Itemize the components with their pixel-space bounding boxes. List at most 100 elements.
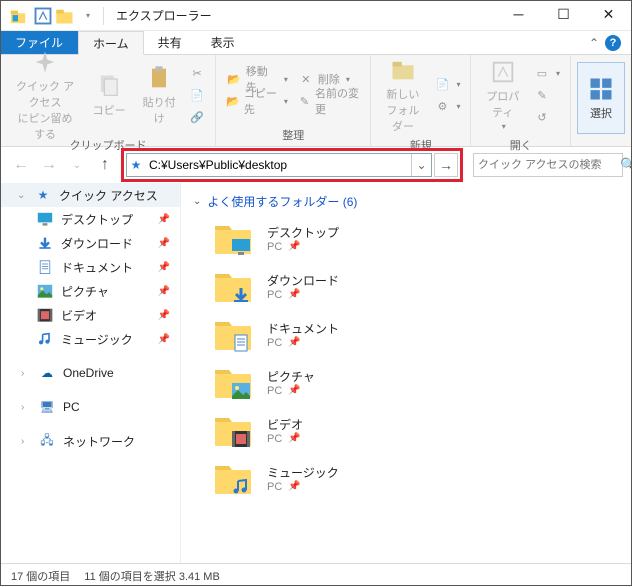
- pin-quickaccess-button[interactable]: クイック アクセス にピン留めする: [7, 59, 83, 131]
- newitem-button[interactable]: 📄: [434, 74, 460, 94]
- sidebar-item-label: ミュージック: [61, 331, 133, 348]
- status-bar: 17 個の項目 11 個の項目を選択 3.41 MB: [1, 563, 631, 587]
- pin-icon: 📌: [288, 481, 300, 492]
- sidebar-item-download[interactable]: ダウンロード📌: [1, 231, 180, 255]
- sidebar-onedrive[interactable]: › ☁ OneDrive: [1, 361, 180, 385]
- sidebar-item-video[interactable]: ビデオ📌: [1, 303, 180, 327]
- folder-item[interactable]: デスクトップPC📌: [185, 214, 631, 262]
- sidebar-item-desktop[interactable]: デスクトップ 📌: [1, 207, 180, 231]
- pin-icon: 📌: [158, 214, 170, 225]
- address-highlight-box: ★ ⌄ →: [121, 148, 463, 182]
- collapse-ribbon-icon[interactable]: ⌃: [589, 36, 599, 50]
- edit-button[interactable]: ✎: [534, 85, 560, 105]
- nav-history-button[interactable]: ⌄: [65, 153, 89, 177]
- tab-view[interactable]: 表示: [197, 31, 250, 54]
- sidebar-pc[interactable]: › 🖥 PC: [1, 395, 180, 419]
- video-icon: [37, 307, 53, 323]
- folder-item[interactable]: ミュージックPC📌: [185, 454, 631, 502]
- folder-item[interactable]: ピクチャPC📌: [185, 358, 631, 406]
- sidebar-item-music[interactable]: ミュージック 📌: [1, 327, 180, 351]
- folder-icon: [213, 364, 253, 400]
- nav-up-button[interactable]: ↑: [93, 153, 117, 177]
- rename-button[interactable]: ✎名前の変更: [298, 91, 361, 111]
- chevron-down-icon[interactable]: ⌄: [17, 190, 27, 201]
- sidebar-item-picture[interactable]: ピクチャ📌: [1, 279, 180, 303]
- paste-button[interactable]: 貼り付け: [135, 59, 183, 131]
- pin-icon: 📌: [158, 310, 170, 321]
- edit-icon: ✎: [534, 87, 550, 103]
- close-button[interactable]: ✕: [586, 1, 631, 31]
- properties-button[interactable]: プロパティ: [477, 59, 528, 131]
- cut-icon: ✂: [189, 65, 205, 81]
- properties-icon: [489, 58, 517, 86]
- status-selection: 11 個の項目を選択 3.41 MB: [84, 568, 220, 584]
- copypath-icon: 📄: [189, 87, 205, 103]
- easyaccess-button[interactable]: ⚙: [434, 96, 460, 116]
- easyaccess-icon: ⚙: [434, 98, 450, 114]
- cut-button[interactable]: ✂: [189, 63, 205, 83]
- qat-dropdown-icon[interactable]: [77, 6, 97, 26]
- copy-button[interactable]: コピー: [85, 59, 133, 131]
- chevron-down-icon[interactable]: ⌄: [193, 196, 201, 207]
- folder-item[interactable]: ドキュメントPC📌: [185, 310, 631, 358]
- tab-home[interactable]: ホーム: [78, 31, 144, 55]
- sidebar-item-document[interactable]: ドキュメント📌: [1, 255, 180, 279]
- paste-shortcut-button[interactable]: 🔗: [189, 107, 205, 127]
- sidebar-network[interactable]: › 🖧 ネットワーク: [1, 429, 180, 453]
- folder-name: デスクトップ: [267, 224, 339, 241]
- address-dropdown-icon[interactable]: ⌄: [411, 154, 431, 176]
- search-icon[interactable]: 🔍: [620, 157, 632, 173]
- sidebar-item-label: ピクチャ: [61, 283, 109, 300]
- sidebar-quickaccess[interactable]: ⌄ ★ クイック アクセス: [1, 183, 180, 207]
- pin-icon: 📌: [158, 334, 170, 345]
- qat-newfolder-icon[interactable]: [55, 6, 75, 26]
- maximize-button[interactable]: ☐: [541, 1, 586, 31]
- open-button[interactable]: ▭: [534, 63, 560, 83]
- moveto-icon: 📂: [226, 71, 242, 87]
- newfolder-button[interactable]: 新しい フォルダー: [377, 59, 428, 131]
- pin-icon: [31, 48, 59, 76]
- pin-icon: 📌: [288, 433, 300, 444]
- minimize-button[interactable]: ─: [496, 1, 541, 31]
- folder-location: PC📌: [267, 433, 303, 445]
- section-header[interactable]: ⌄ よく使用するフォルダー (6): [185, 189, 631, 214]
- search-box[interactable]: 🔍: [473, 153, 623, 177]
- chevron-right-icon[interactable]: ›: [21, 368, 31, 379]
- folder-name: ビデオ: [267, 416, 303, 433]
- sidebar-item-label: デスクトップ: [61, 211, 133, 228]
- folder-icon: [213, 412, 253, 448]
- nav-forward-button[interactable]: →: [37, 153, 61, 177]
- copypath-button[interactable]: 📄: [189, 85, 205, 105]
- titlebar-divider: [103, 7, 104, 25]
- picture-icon: [37, 283, 53, 299]
- ribbon-group-organize: 📂移動先 📂コピー先 ✕削除 ✎名前の変更 整理: [216, 55, 371, 146]
- folder-location: PC📌: [267, 385, 315, 397]
- history-button[interactable]: ↺: [534, 107, 560, 127]
- folder-location: PC📌: [267, 289, 339, 301]
- folder-name: ピクチャ: [267, 368, 315, 385]
- ribbon-group-open: プロパティ ▭ ✎ ↺ 開く: [471, 55, 571, 146]
- sidebar-item-label: ドキュメント: [61, 259, 133, 276]
- desktop-icon: [37, 211, 53, 227]
- delete-icon: ✕: [298, 71, 314, 87]
- folder-item[interactable]: ダウンロードPC📌: [185, 262, 631, 310]
- search-input[interactable]: [478, 159, 620, 171]
- help-icon[interactable]: ?: [605, 35, 621, 51]
- pin-icon: 📌: [288, 289, 300, 300]
- tab-share[interactable]: 共有: [144, 31, 197, 54]
- nav-back-button[interactable]: ←: [9, 153, 33, 177]
- address-go-button[interactable]: →: [434, 153, 458, 177]
- chevron-right-icon[interactable]: ›: [21, 402, 31, 413]
- address-input[interactable]: [145, 158, 411, 172]
- chevron-right-icon[interactable]: ›: [21, 436, 31, 447]
- ribbon: クイック アクセス にピン留めする コピー 貼り付け ✂ 📄 🔗 クリップボード…: [1, 55, 631, 147]
- pin-icon: 📌: [288, 337, 300, 348]
- address-bar[interactable]: ★ ⌄: [126, 153, 432, 177]
- qat-properties-icon[interactable]: [33, 6, 53, 26]
- newitem-icon: 📄: [434, 76, 450, 92]
- select-button[interactable]: 選択: [577, 62, 625, 134]
- copyto-button[interactable]: 📂コピー先: [226, 91, 288, 111]
- copyto-icon: 📂: [226, 93, 240, 109]
- folder-item[interactable]: ビデオPC📌: [185, 406, 631, 454]
- history-icon: ↺: [534, 109, 550, 125]
